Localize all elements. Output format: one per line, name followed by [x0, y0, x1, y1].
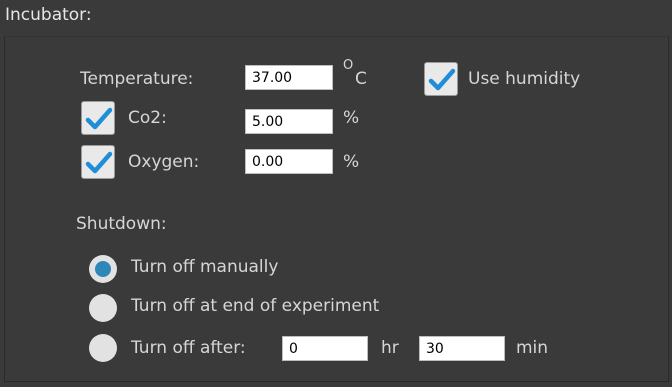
co2-field[interactable] [245, 109, 333, 134]
turn-off-manually-label: Turn off manually [131, 257, 279, 277]
checkmark-icon [428, 68, 456, 91]
section-header: Incubator: [0, 0, 672, 34]
oxygen-field[interactable] [245, 149, 333, 174]
oxygen-unit: % [343, 152, 360, 172]
oxygen-label: Oxygen: [128, 152, 200, 172]
co2-unit: % [343, 108, 360, 128]
use-humidity-label: Use humidity [468, 69, 581, 89]
temperature-unit: C [355, 69, 367, 89]
turn-off-end-of-experiment-label: Turn off at end of experiment [131, 296, 380, 316]
incubator-window: Incubator: Temperature: O C Use humidity… [0, 0, 672, 387]
temperature-field[interactable] [245, 65, 333, 90]
temperature-label: Temperature: [80, 69, 194, 89]
checkmark-icon [85, 151, 113, 174]
turn-off-manually-radio[interactable] [89, 255, 117, 283]
checkmark-icon [85, 107, 113, 130]
oxygen-checkbox[interactable] [81, 145, 115, 179]
co2-checkbox[interactable] [81, 101, 115, 135]
co2-label: Co2: [128, 108, 167, 128]
hours-unit: hr [381, 338, 399, 358]
turn-off-hours-field[interactable] [282, 336, 368, 361]
degree-symbol: O [343, 58, 354, 73]
use-humidity-checkbox[interactable] [424, 62, 458, 96]
turn-off-after-label: Turn off after: [131, 338, 246, 358]
radio-selected-icon [95, 261, 111, 277]
turn-off-end-of-experiment-radio[interactable] [89, 294, 117, 322]
turn-off-minutes-field[interactable] [419, 336, 505, 361]
turn-off-after-radio[interactable] [89, 334, 117, 362]
section-title: Incubator: [5, 5, 92, 25]
minutes-unit: min [516, 338, 549, 358]
shutdown-label: Shutdown: [76, 214, 167, 234]
